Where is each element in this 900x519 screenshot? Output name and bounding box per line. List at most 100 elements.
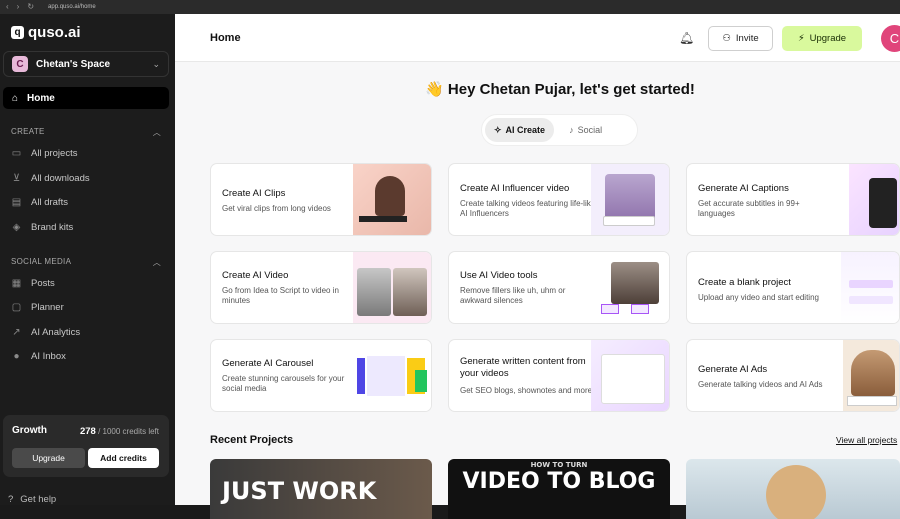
- sidebar-item-label: All projects: [31, 148, 78, 159]
- logo-mark: q: [11, 26, 24, 39]
- folder-icon: ▭: [11, 148, 22, 159]
- card-title: Generate AI Ads: [698, 364, 768, 375]
- card-generate-ai-ads[interactable]: Generate AI Ads Generate talking videos …: [686, 339, 900, 412]
- help-icon: ?: [8, 494, 14, 505]
- invite-button[interactable]: ⚇ Invite: [708, 26, 773, 51]
- card-desc: Get viral clips from long videos: [222, 204, 331, 213]
- logo-text: quso.ai: [28, 24, 81, 41]
- section-label: SOCIAL MEDIA: [11, 257, 72, 266]
- reload-icon[interactable]: ↻: [27, 0, 34, 14]
- tab-ai-create[interactable]: ✧ AI Create: [485, 118, 555, 142]
- workspace-avatar: C: [12, 56, 28, 72]
- posts-icon: ▦: [11, 278, 22, 289]
- home-icon: ⌂: [12, 92, 19, 104]
- recent-project-1[interactable]: JUST WORK: [210, 459, 432, 519]
- upgrade-button[interactable]: ⚡︎ Upgrade: [782, 26, 862, 51]
- chevron-up-icon: ︿: [152, 258, 161, 267]
- card-title: Create a blank project: [698, 277, 791, 288]
- sidebar-item-ai-inbox[interactable]: ● AI Inbox: [11, 351, 66, 362]
- project-thumbnail-person: [766, 465, 826, 519]
- upgrade-label: Upgrade: [809, 33, 847, 44]
- workspace-name: Chetan's Space: [36, 58, 111, 70]
- recent-project-2[interactable]: HOW TO TURN VIDEO TO BLOG: [448, 459, 670, 519]
- card-desc: Generate talking videos and AI Ads: [698, 380, 823, 389]
- create-section-header[interactable]: CREATE ︿: [11, 127, 161, 138]
- tab-label: Social: [577, 125, 603, 135]
- card-title: Generate AI Captions: [698, 183, 789, 194]
- sidebar-item-all-downloads[interactable]: ⊻ All downloads: [11, 173, 90, 184]
- forward-icon[interactable]: ›: [17, 0, 20, 14]
- credits-counter: 278 / 1000 credits left: [80, 426, 159, 437]
- inbox-icon: ●: [13, 351, 20, 362]
- card-title: Use AI Video tools: [460, 270, 538, 281]
- sidebar-item-label: Posts: [31, 278, 55, 289]
- get-help-link[interactable]: ? Get help: [8, 494, 56, 505]
- sidebar-item-all-drafts[interactable]: ▤ All drafts: [11, 197, 68, 208]
- add-user-icon: ⚇: [722, 33, 731, 44]
- logo[interactable]: q quso.ai: [11, 24, 81, 41]
- sidebar-item-label: AI Analytics: [31, 327, 81, 338]
- invite-label: Invite: [735, 33, 759, 44]
- sidebar-item-label: Planner: [31, 302, 64, 313]
- calendar-icon: ▢: [11, 302, 22, 313]
- sidebar-upgrade-button[interactable]: Upgrade: [12, 448, 85, 468]
- sidebar-item-posts[interactable]: ▦ Posts: [11, 278, 55, 289]
- chevron-up-icon: ︿: [152, 128, 161, 137]
- card-generate-ai-carousel[interactable]: Generate AI Carousel Create stunning car…: [210, 339, 432, 412]
- card-thumbnail: [849, 164, 899, 235]
- card-create-blank-project[interactable]: Create a blank project Upload any video …: [686, 251, 900, 324]
- download-icon: ⊻: [12, 173, 21, 184]
- card-use-ai-video-tools[interactable]: Use AI Video tools Remove fillers like u…: [448, 251, 670, 324]
- card-desc: Remove fillers like uh, uhm or awkward s…: [460, 286, 566, 305]
- draft-icon: ▤: [11, 197, 22, 208]
- tab-label: AI Create: [505, 125, 546, 135]
- card-thumbnail: [591, 164, 669, 235]
- card-title: Create AI Influencer video: [460, 183, 570, 194]
- chevron-down-icon: ⌄: [152, 58, 160, 69]
- card-desc: Get SEO blogs, shownotes and more: [460, 386, 593, 395]
- card-create-ai-influencer-video[interactable]: Create AI Influencer video Create talkin…: [448, 163, 670, 236]
- card-generate-ai-captions[interactable]: Generate AI Captions Get accurate subtit…: [686, 163, 900, 236]
- analytics-icon: ↗: [12, 327, 21, 338]
- mode-tabs: ✧ AI Create ♪ Social: [481, 114, 638, 146]
- sidebar-item-label: Home: [27, 92, 55, 104]
- workspace-switcher[interactable]: C Chetan's Space ⌄: [3, 51, 169, 77]
- card-title: Create AI Clips: [222, 188, 286, 199]
- card-create-ai-video[interactable]: Create AI Video Go from Idea to Script t…: [210, 251, 432, 324]
- recent-project-3[interactable]: [686, 459, 900, 519]
- card-thumbnail: [591, 340, 669, 411]
- card-title: Generate AI Carousel: [222, 358, 314, 369]
- card-desc: Get accurate subtitles in 99+ languages: [698, 199, 800, 218]
- user-avatar[interactable]: C: [881, 25, 900, 52]
- sidebar-item-all-projects[interactable]: ▭ All projects: [11, 148, 78, 159]
- sidebar-item-label: AI Inbox: [31, 351, 66, 362]
- tab-social[interactable]: ♪ Social: [560, 118, 611, 142]
- view-all-projects-link[interactable]: View all projects: [836, 435, 897, 445]
- recent-project-title: JUST WORK: [222, 477, 377, 505]
- sidebar-item-label: Brand kits: [31, 222, 74, 233]
- card-title: Generate written content from your video…: [460, 356, 586, 379]
- top-bar: Home 🔔︎ ⚇ Invite ⚡︎ Upgrade C: [175, 14, 900, 62]
- card-generate-written-content[interactable]: Generate written content from your video…: [448, 339, 670, 412]
- main-content: Home 🔔︎ ⚇ Invite ⚡︎ Upgrade C 👋 Hey Chet…: [175, 14, 900, 519]
- sidebar-item-label: All drafts: [31, 197, 68, 208]
- credits-total: / 1000 credits left: [98, 427, 159, 436]
- sidebar-item-brand-kits[interactable]: ◈ Brand kits: [11, 222, 74, 233]
- add-credits-button[interactable]: Add credits: [88, 448, 159, 468]
- sidebar-item-planner[interactable]: ▢ Planner: [11, 302, 64, 313]
- card-create-ai-clips[interactable]: Create AI Clips Get viral clips from lon…: [210, 163, 432, 236]
- sidebar-item-ai-analytics[interactable]: ↗ AI Analytics: [11, 327, 80, 338]
- page-title: Home: [210, 32, 241, 44]
- sidebar-item-home[interactable]: ⌂ Home: [3, 87, 169, 109]
- url-bar[interactable]: app.quso.ai/home: [42, 2, 894, 12]
- card-thumbnail: [353, 340, 431, 411]
- card-desc: Upload any video and start editing: [698, 293, 819, 302]
- help-label: Get help: [20, 494, 57, 505]
- social-section-header[interactable]: SOCIAL MEDIA ︿: [11, 257, 161, 268]
- card-title: Create AI Video: [222, 270, 289, 281]
- card-thumbnail: [843, 340, 899, 411]
- bell-icon[interactable]: 🔔︎: [679, 31, 694, 45]
- recent-projects-heading: Recent Projects: [210, 434, 294, 446]
- back-icon[interactable]: ‹: [6, 0, 9, 14]
- browser-bar: ‹ › ↻ app.quso.ai/home: [0, 0, 900, 14]
